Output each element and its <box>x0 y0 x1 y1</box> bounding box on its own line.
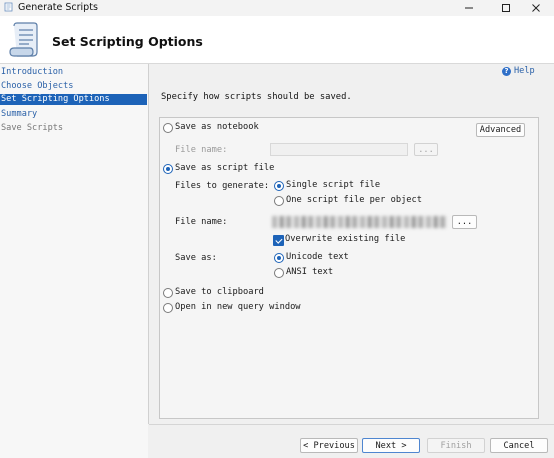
save-as-notebook-radio[interactable] <box>163 123 173 133</box>
files-to-generate-label: Files to generate: <box>175 181 270 191</box>
overwrite-label: Overwrite existing file <box>285 234 406 244</box>
help-label: Help <box>514 66 535 76</box>
notebook-browse-button: ... <box>414 143 438 156</box>
minimize-button[interactable] <box>451 0 487 16</box>
nav-item-save-scripts: Save Scripts <box>1 123 64 133</box>
one-file-per-object-label: One script file per object <box>286 195 422 205</box>
nav-item-set-scripting-options[interactable]: Set Scripting Options <box>0 94 147 105</box>
advanced-button[interactable]: Advanced <box>476 123 525 137</box>
wizard-nav: Introduction Choose Objects Set Scriptin… <box>0 64 148 458</box>
instructions-text: Specify how scripts should be saved. <box>161 92 352 102</box>
app-icon <box>4 2 13 12</box>
options-panel: Save as notebook Advanced File name: ...… <box>159 117 539 419</box>
footer-divider <box>149 424 554 425</box>
notebook-file-name-label: File name: <box>175 145 228 155</box>
unicode-text-radio[interactable] <box>274 253 284 263</box>
open-query-window-radio[interactable] <box>163 303 173 313</box>
finish-button: Finish <box>427 438 485 453</box>
notebook-file-name-input <box>270 143 408 156</box>
nav-item-introduction[interactable]: Introduction <box>0 67 147 78</box>
maximize-icon <box>502 4 510 12</box>
nav-item-choose-objects[interactable]: Choose Objects <box>0 81 147 92</box>
file-name-input[interactable] <box>272 216 448 228</box>
browse-button[interactable]: ... <box>452 215 477 229</box>
save-to-clipboard-label: Save to clipboard <box>175 287 264 297</box>
next-button[interactable]: Next > <box>362 438 420 453</box>
save-to-clipboard-radio[interactable] <box>163 288 173 298</box>
close-icon <box>532 4 540 12</box>
save-as-script-file-label: Save as script file <box>175 163 275 173</box>
title-bar: Generate Scripts <box>0 0 554 16</box>
single-script-file-radio[interactable] <box>274 181 284 191</box>
page-title: Set Scripting Options <box>52 34 203 49</box>
help-link[interactable]: ? Help <box>502 66 535 76</box>
ansi-text-radio[interactable] <box>274 268 284 278</box>
ansi-text-label: ANSI text <box>286 267 334 277</box>
scroll-icon <box>9 22 38 57</box>
previous-button[interactable]: < Previous <box>300 438 358 453</box>
save-as-script-file-radio[interactable] <box>163 164 173 174</box>
file-name-label: File name: <box>175 217 228 227</box>
window-title: Generate Scripts <box>18 2 98 13</box>
help-icon: ? <box>502 66 511 76</box>
cancel-button[interactable]: Cancel <box>490 438 548 453</box>
unicode-text-label: Unicode text <box>286 252 349 262</box>
one-file-per-object-radio[interactable] <box>274 196 284 206</box>
nav-item-summary[interactable]: Summary <box>0 109 147 120</box>
nav-divider <box>148 64 149 424</box>
open-query-window-label: Open in new query window <box>175 302 301 312</box>
single-script-file-label: Single script file <box>286 180 381 190</box>
save-as-notebook-label: Save as notebook <box>175 122 259 132</box>
close-button[interactable] <box>518 0 554 16</box>
wizard-header: Set Scripting Options <box>0 16 554 64</box>
minimize-icon <box>465 7 473 9</box>
overwrite-checkbox[interactable] <box>273 235 284 246</box>
save-as-label: Save as: <box>175 253 217 263</box>
